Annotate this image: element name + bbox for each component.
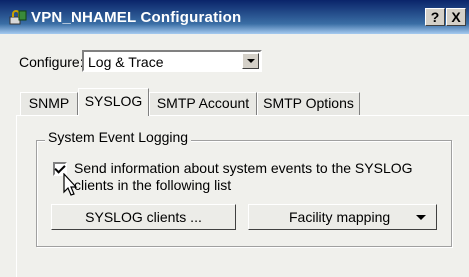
configure-dropdown-value: Log & Trace [88, 54, 164, 70]
help-button[interactable]: ? [425, 8, 445, 26]
configure-label: Configure: [19, 54, 84, 70]
dropdown-arrow-icon [416, 215, 426, 220]
tab-smtp-options[interactable]: SMTP Options [257, 92, 360, 115]
send-syslog-checkbox-label[interactable]: Send information about system events to … [74, 160, 434, 194]
title-bar: VPN_NHAMEL Configuration ? X [0, 0, 469, 34]
mouse-cursor-icon [63, 173, 78, 196]
chevron-down-icon[interactable] [242, 53, 259, 69]
configure-dropdown[interactable]: Log & Trace [82, 50, 262, 72]
facility-mapping-button[interactable]: Facility mapping [248, 204, 437, 230]
group-label: System Event Logging [45, 129, 192, 145]
syslog-clients-button[interactable]: SYSLOG clients ... [51, 204, 236, 230]
tab-snmp[interactable]: SNMP [20, 92, 78, 115]
app-icon [9, 10, 27, 25]
facility-mapping-label: Facility mapping [289, 209, 391, 225]
tab-smtp-account[interactable]: SMTP Account [149, 92, 257, 115]
window-title: VPN_NHAMEL Configuration [31, 9, 242, 26]
tab-syslog[interactable]: SYSLOG [78, 88, 149, 116]
close-button[interactable]: X [446, 8, 466, 26]
